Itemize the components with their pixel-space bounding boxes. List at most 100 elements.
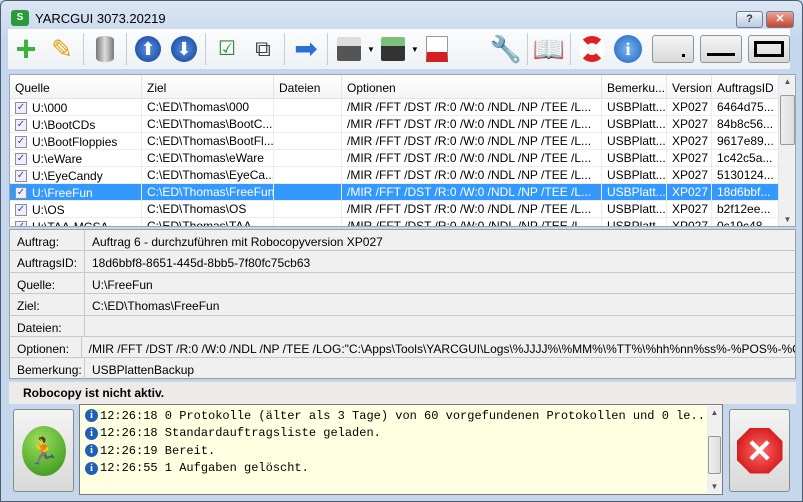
- details-panel: Auftrag: Auftrag 6 - durchzuführen mit Ro…: [9, 229, 796, 380]
- scroll-down-icon[interactable]: ▼: [707, 482, 722, 491]
- stop-button[interactable]: ✕: [729, 409, 790, 492]
- cell-text: XP027: [672, 168, 709, 182]
- cell-dateien: [274, 150, 342, 166]
- cell-text: USBPlatt...: [607, 168, 666, 182]
- column-header-auftragsid[interactable]: AuftragsID: [712, 75, 779, 98]
- info-icon: i: [85, 444, 98, 458]
- column-header-dateien[interactable]: Dateien: [274, 75, 342, 98]
- cell-dateien: [274, 99, 342, 115]
- table-row[interactable]: ✓ U:\EyeCandy C:\ED\Thomas\EyeCa... /MIR /F…: [10, 167, 795, 184]
- cell-version: XP027: [667, 150, 712, 166]
- cell-text: U:\EyeCandy: [32, 168, 103, 183]
- row-checkbox[interactable]: ✓: [15, 186, 27, 199]
- select-all-icon[interactable]: ☑: [209, 31, 245, 67]
- log-text: 12:26:19 Bereit.: [100, 443, 216, 458]
- cell-bemerkung: USBPlatt...: [602, 99, 667, 115]
- cell-text: 0c19c48...: [717, 219, 773, 227]
- close-window-button[interactable]: ✕: [766, 11, 794, 28]
- delete-icon[interactable]: [87, 31, 123, 67]
- cell-id: 84b8c56...: [712, 116, 779, 132]
- save-dropdown-icon[interactable]: ▼: [367, 45, 375, 54]
- detail-row: Quelle: U:\FreeFun: [10, 272, 795, 295]
- separator: [126, 33, 127, 65]
- cell-text: 9617e89...: [717, 134, 774, 148]
- table-row[interactable]: ✓ U:\BootFloppies C:\ED\Thomas\BootFl... /M…: [10, 133, 795, 150]
- cell-id: 18d6bbf...: [712, 184, 779, 200]
- cell-quelle: ✓ U:\EyeCandy: [10, 167, 142, 183]
- cell-text: /MIR /FFT /DST /R:0 /W:0 /NDL /NP /TEE /…: [347, 168, 592, 182]
- row-checkbox[interactable]: ✓: [15, 118, 27, 131]
- cell-text: /MIR /FFT /DST /R:0 /W:0 /NDL /NP /TEE /…: [347, 134, 592, 148]
- start-button[interactable]: 🏃: [13, 409, 74, 492]
- log-scrollbar[interactable]: ▲ ▼: [707, 406, 722, 493]
- cell-text: U:\BootFloppies: [32, 134, 118, 149]
- cell-text: USBPlatt...: [607, 151, 666, 165]
- cell-text: C:\ED\Thomas\EyeCa...: [147, 168, 274, 182]
- table-row[interactable]: ✓ U:\eWare C:\ED\Thomas\eWare/MIR /FFT /DS…: [10, 150, 795, 167]
- column-header-quelle[interactable]: Quelle: [10, 75, 142, 98]
- cell-text: 6464d75...: [717, 100, 774, 114]
- cell-text: C:\ED\Thomas\OS: [147, 202, 247, 216]
- column-header-ziel[interactable]: Ziel: [142, 75, 274, 98]
- table-row[interactable]: ✓ U:\OS C:\ED\Thomas\OS/MIR /FFT /DST /R:0…: [10, 201, 795, 218]
- save-as-icon[interactable]: [375, 31, 411, 67]
- detail-value: [85, 316, 92, 336]
- column-header-version[interactable]: Version: [667, 75, 712, 98]
- save-icon[interactable]: [331, 31, 367, 67]
- scroll-down-icon[interactable]: ▼: [779, 215, 795, 224]
- cell-dateien: [274, 218, 342, 226]
- cell-version: XP027: [667, 133, 712, 149]
- row-checkbox[interactable]: ✓: [15, 220, 27, 226]
- settings-icon[interactable]: 🔧: [488, 31, 524, 67]
- column-header-optionen[interactable]: Optionen: [342, 75, 602, 98]
- help-title-button[interactable]: ?: [736, 11, 763, 28]
- edit-icon[interactable]: ✎: [44, 31, 80, 67]
- cell-id: b2f12ee...: [712, 201, 779, 217]
- row-checkbox[interactable]: ✓: [15, 203, 27, 216]
- add-icon[interactable]: +: [8, 31, 44, 67]
- column-header-bemerkung[interactable]: Bemerku...: [602, 75, 667, 98]
- export-icon[interactable]: [419, 31, 455, 67]
- cell-text: 1c42c5a...: [717, 151, 773, 165]
- scroll-up-icon[interactable]: ▲: [707, 408, 722, 417]
- table-row[interactable]: ✓ U:\FreeFun C:\ED\Thomas\FreeFun/MIR /FFT…: [10, 184, 795, 201]
- row-checkbox[interactable]: ✓: [15, 135, 27, 148]
- table-row[interactable]: ✓ U:\BootCDs C:\ED\Thomas\BootC... /MIR /FF…: [10, 116, 795, 133]
- scroll-up-icon[interactable]: ▲: [779, 77, 795, 86]
- cell-quelle: ✓ U:\OS: [10, 201, 142, 217]
- manual-icon[interactable]: 📖: [531, 31, 567, 67]
- help-icon[interactable]: [574, 31, 610, 67]
- row-checkbox[interactable]: ✓: [15, 101, 27, 114]
- cell-text: XP027: [672, 100, 709, 114]
- view-minimal-button[interactable]: [700, 35, 742, 63]
- stop-x-icon: ✕: [736, 427, 783, 474]
- job-list: Quelle Ziel Dateien Optionen Bemerku... …: [9, 74, 796, 227]
- cell-text: 18d6bbf...: [717, 185, 771, 199]
- list-scrollbar[interactable]: ▲ ▼: [778, 75, 795, 226]
- cell-version: XP027: [667, 116, 712, 132]
- separator: [327, 33, 328, 65]
- save-as-dropdown-icon[interactable]: ▼: [411, 45, 419, 54]
- move-down-icon[interactable]: ⬇: [166, 31, 202, 67]
- detail-row: Dateien:: [10, 315, 795, 337]
- move-up-icon[interactable]: ⬆: [130, 31, 166, 67]
- copy-icon[interactable]: ⧉: [245, 31, 281, 67]
- table-row[interactable]: ✓ U:\000 C:\ED\Thomas\000/MIR /FFT /DST /R…: [10, 99, 795, 116]
- app-logo-icon: S: [11, 10, 29, 26]
- scroll-thumb[interactable]: [708, 436, 721, 474]
- row-checkbox[interactable]: ✓: [15, 152, 27, 165]
- row-checkbox[interactable]: ✓: [15, 169, 27, 182]
- detail-label: Quelle:: [10, 272, 85, 294]
- list-header: Quelle Ziel Dateien Optionen Bemerku... …: [10, 75, 795, 99]
- info-icon[interactable]: i: [610, 31, 646, 67]
- scroll-thumb[interactable]: [780, 95, 795, 145]
- cell-bemerkung: USBPlatt...: [602, 184, 667, 200]
- cell-quelle: ✓ U:\FreeFun: [10, 184, 142, 200]
- cell-version: XP027: [667, 99, 712, 115]
- view-compact-button[interactable]: [652, 35, 694, 63]
- view-full-button[interactable]: [748, 35, 790, 63]
- cell-optionen: /MIR /FFT /DST /R:0 /W:0 /NDL /NP /TEE /…: [342, 150, 602, 166]
- run-icon[interactable]: ➡: [288, 31, 324, 67]
- info-icon: i: [85, 409, 98, 423]
- table-row[interactable]: ✓ U:\TAA-MCSA C:\ED\Thomas\TAA... /MIR /FFT…: [10, 218, 795, 227]
